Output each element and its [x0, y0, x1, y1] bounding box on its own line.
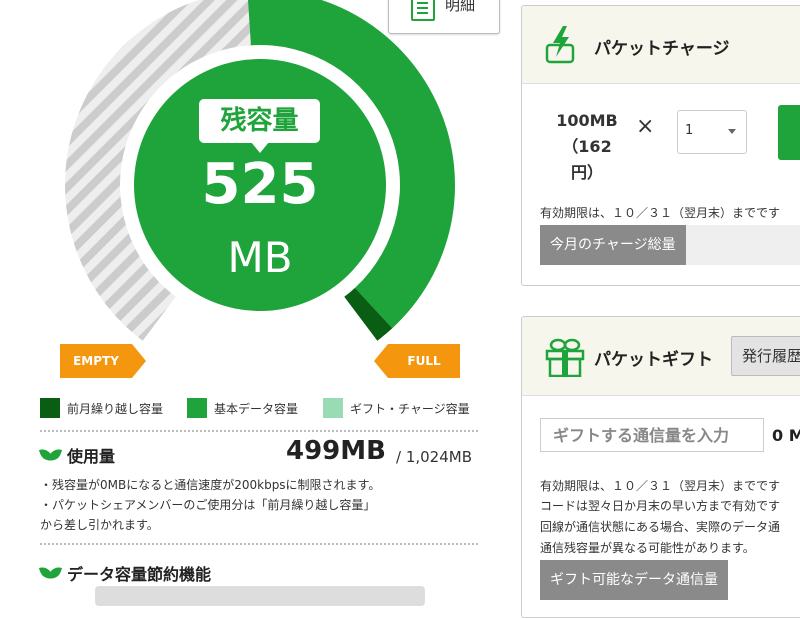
remaining-capacity-unit: MB	[227, 233, 293, 282]
remaining-capacity-value: 525	[201, 152, 319, 217]
detail-button-label: 明細	[445, 0, 476, 14]
gift-note: 回線が通信状態にある場合、実際のデータ通	[540, 520, 781, 534]
chevron-down-icon	[728, 129, 736, 134]
packet-gift-header: パケットギフト 発行履歴	[522, 317, 800, 396]
legend-swatch-gift	[323, 398, 343, 418]
charge-total-label: 今月のチャージ総量	[540, 225, 686, 265]
charge-expiry-note: 有効期限は、１０／３１（翌月末）までです	[540, 206, 781, 220]
usage-note: ・パケットシェアメンバーのご使用分は「前月繰り越し容量」	[40, 498, 376, 512]
saving-toggle[interactable]	[95, 586, 425, 606]
usage-note: ・残容量が0MBになると通信速度が200kbpsに制限されます。	[40, 478, 381, 492]
gift-amount-input[interactable]: ギフトする通信量を入力	[540, 418, 764, 452]
empty-marker: EMPTY	[60, 344, 146, 378]
packet-gift-title: パケットギフト	[594, 350, 713, 370]
charge-quantity-select[interactable]: 1	[677, 110, 747, 154]
document-edit-icon	[411, 0, 435, 21]
packet-charge-panel: パケットチャージ 100MB （162円） × 1 有効期限は、１０／３１（翌月…	[521, 5, 800, 286]
leaf-icon	[40, 447, 62, 465]
usage-note: から差し引かれます。	[40, 518, 159, 532]
usage-value: 499MB	[286, 436, 386, 466]
usage-section-title: 使用量	[40, 443, 115, 467]
gift-amount-unit: 0 M	[772, 426, 800, 445]
saving-title-text: データ容量節約機能	[67, 565, 212, 584]
packet-gift-panel: パケットギフト 発行履歴 ギフトする通信量を入力 0 M 有効期限は、１０／３１…	[521, 316, 800, 618]
usage-title-text: 使用量	[67, 447, 116, 466]
divider	[40, 543, 478, 545]
packet-charge-title: パケットチャージ	[594, 39, 730, 59]
charge-submit-button[interactable]	[778, 105, 800, 160]
divider	[40, 430, 478, 432]
charge-quantity-value: 1	[685, 123, 694, 138]
gift-note: 有効期限は、１０／３１（翌月末）までです	[540, 479, 781, 493]
legend-label-carryover: 前月繰り越し容量	[67, 402, 164, 416]
usage-total: / 1,024MB	[396, 448, 472, 466]
charge-price: 100MB （162円）	[552, 108, 622, 186]
legend-label-gift: ギフト・チャージ容量	[350, 402, 470, 416]
packet-charge-header: パケットチャージ	[522, 6, 800, 84]
full-marker: FULL	[374, 344, 460, 378]
legend-label-basic: 基本データ容量	[214, 402, 299, 416]
leaf-icon	[40, 565, 62, 583]
charge-price-yen: （162円）	[562, 137, 612, 182]
gift-available-label: ギフト可能なデータ通信量	[540, 560, 728, 600]
gift-note: コードは翌々日か月末の早い方まで有効です	[540, 499, 781, 513]
gift-note: 通信残容量が異なる可能性があります。	[540, 541, 755, 555]
times-sign: ×	[636, 114, 655, 139]
gift-box-icon	[545, 338, 585, 377]
charge-bolt-icon	[545, 26, 575, 64]
detail-button[interactable]: 明細	[388, 0, 500, 34]
legend-swatch-carryover	[40, 398, 60, 418]
legend-swatch-basic	[187, 398, 207, 418]
saving-section-title: データ容量節約機能	[40, 561, 211, 585]
gift-history-button[interactable]: 発行履歴	[731, 336, 800, 376]
remaining-capacity-label: 残容量	[199, 99, 320, 153]
charge-price-amount: 100MB	[556, 111, 618, 130]
